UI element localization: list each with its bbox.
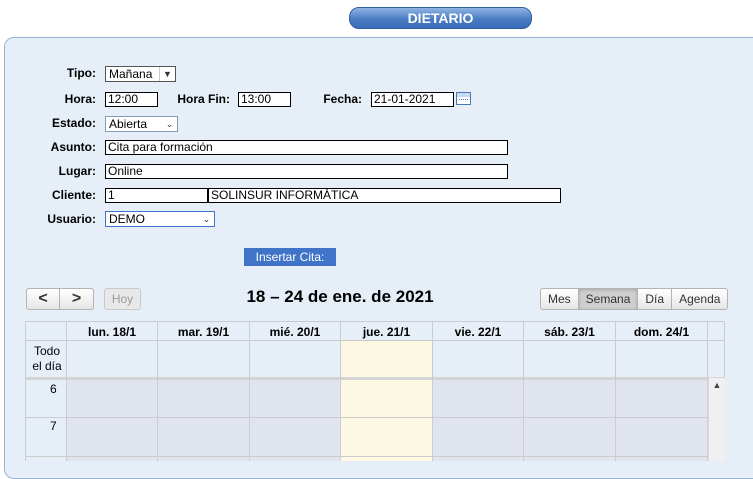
cliente-name-input[interactable]: SOLINSUR INFORMÁTICA	[208, 188, 561, 203]
view-week-button[interactable]: Semana	[577, 288, 639, 310]
view-switcher: Mes Semana Día Agenda	[540, 288, 729, 310]
day-header-sun: dom. 24/1	[633, 325, 690, 339]
usuario-select[interactable]: DEMO ⌄	[105, 211, 215, 227]
fecha-label: Fecha:	[323, 92, 362, 106]
fecha-input[interactable]: 21-01-2021	[371, 92, 454, 107]
prev-week-button[interactable]: <	[26, 288, 60, 310]
view-agenda-button[interactable]: Agenda	[671, 288, 729, 310]
calendar-nav: < >	[26, 288, 94, 310]
view-month-button[interactable]: Mes	[540, 288, 579, 310]
tipo-select-value: Mañana	[109, 67, 153, 81]
lugar-label: Lugar:	[58, 164, 96, 178]
hora-input[interactable]: 12:00	[105, 92, 158, 107]
cliente-code-input[interactable]: 1	[105, 188, 208, 203]
day-header-fri: vie. 22/1	[454, 325, 502, 339]
hora-fin-input[interactable]: 13:00	[238, 92, 291, 107]
hour-label: 6	[50, 382, 57, 396]
hora-fin-label: Hora Fin:	[177, 92, 230, 106]
today-allday-cell	[341, 341, 432, 378]
scroll-up-icon[interactable]: ▲	[709, 380, 725, 390]
day-header-mon: lun. 18/1	[87, 325, 137, 339]
day-header-thu: jue. 21/1	[362, 325, 411, 339]
usuario-select-value: DEMO	[109, 212, 145, 226]
chevron-right-icon: >	[71, 290, 82, 307]
today-button[interactable]: Hoy	[104, 288, 141, 310]
chevron-left-icon: <	[38, 290, 48, 307]
day-header-sat: sáb. 23/1	[544, 325, 595, 339]
next-week-button[interactable]: >	[60, 288, 94, 310]
estado-label: Estado:	[51, 116, 96, 130]
time-slots[interactable]	[67, 380, 341, 461]
calendar-title: 18 – 24 de ene. de 2021	[246, 287, 434, 306]
hora-label: Hora:	[64, 92, 96, 106]
chevron-down-icon: ▼	[159, 67, 175, 81]
asunto-input[interactable]: Cita para formación	[105, 140, 508, 155]
time-slots[interactable]	[432, 380, 708, 461]
usuario-label: Usuario:	[47, 212, 96, 226]
chevron-down-icon: ⌄	[202, 214, 211, 224]
view-day-button[interactable]: Día	[637, 288, 673, 310]
estado-select-value: Abierta	[109, 117, 148, 131]
hour-label: 7	[50, 419, 57, 433]
tipo-label: Tipo:	[66, 66, 96, 80]
calendar-icon[interactable]	[456, 92, 471, 105]
lugar-input[interactable]: Online	[105, 164, 508, 179]
today-time-slots[interactable]	[341, 380, 432, 461]
page-title: DIETARIO	[349, 7, 532, 29]
estado-select[interactable]: Abierta ⌄	[105, 116, 178, 132]
chevron-down-icon: ⌄	[165, 119, 174, 129]
all-day-label: Todo el día	[32, 344, 62, 373]
day-header-tue: mar. 19/1	[177, 325, 230, 339]
grid-scrollbar[interactable]: ▲	[708, 378, 725, 461]
tipo-select[interactable]: Mañana ▼	[105, 66, 176, 82]
day-header-wed: mié. 20/1	[269, 325, 321, 339]
week-grid: lun. 18/1 mar. 19/1 mié. 20/1 jue. 21/1 …	[25, 321, 725, 461]
asunto-label: Asunto:	[50, 140, 96, 154]
cliente-label: Cliente:	[51, 188, 96, 202]
insert-appointment-button[interactable]: Insertar Cita:	[244, 248, 336, 266]
